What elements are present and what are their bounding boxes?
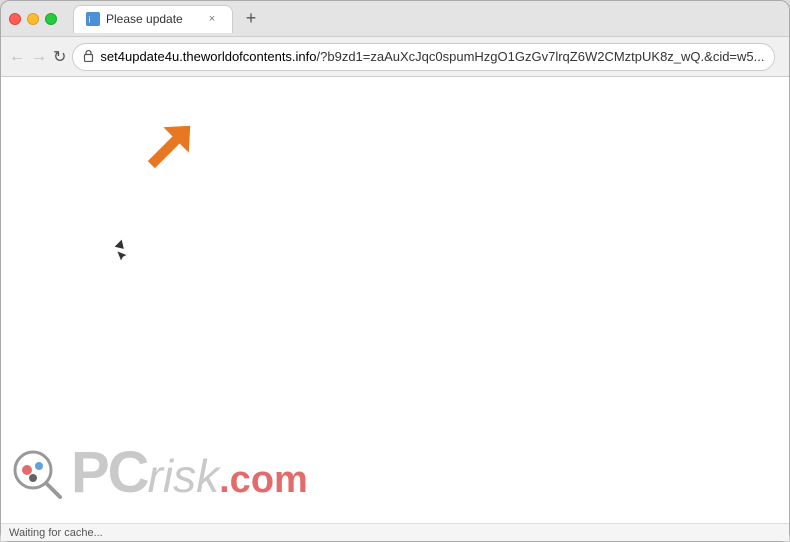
address-domain: set4update4u.theworldofcontents.info — [100, 49, 316, 64]
watermark-text-group: PCrisk.com — [71, 444, 308, 503]
watermark-com: .com — [219, 459, 308, 501]
address-text: set4update4u.theworldofcontents.info/?b9… — [100, 49, 764, 64]
svg-text:i: i — [89, 15, 91, 25]
watermark-pc: PC — [71, 440, 148, 505]
active-tab[interactable]: i Please update × — [73, 5, 233, 33]
toolbar-actions: ☆ × — [781, 43, 790, 71]
reload-button[interactable]: ↻ — [53, 43, 66, 71]
watermark-logo-icon — [11, 448, 63, 500]
tab-title: Please update — [106, 12, 198, 26]
close-button[interactable] — [9, 13, 21, 25]
browser-window: i Please update × + ← → ↻ set4update4u.t… — [0, 0, 790, 542]
lock-icon — [83, 49, 94, 65]
address-path: /?b9zd1=zaAuXcJqc0spumHzgO1GzGv7lrqZ6W2C… — [317, 49, 765, 64]
maximize-button[interactable] — [45, 13, 57, 25]
status-text: Waiting for cache... — [9, 527, 103, 539]
minimize-button[interactable] — [27, 13, 39, 25]
mouse-cursor — [116, 242, 124, 250]
tabs-bar: i Please update × + — [73, 5, 781, 33]
toolbar: ← → ↻ set4update4u.theworldofcontents.in… — [1, 37, 789, 77]
tab-favicon: i — [86, 12, 100, 26]
watermark: PCrisk.com — [11, 444, 308, 503]
title-bar: i Please update × + — [1, 1, 789, 37]
watermark-risk: risk — [148, 450, 220, 502]
back-button[interactable]: ← — [9, 43, 25, 71]
status-bar: Waiting for cache... — [1, 523, 789, 541]
address-bar[interactable]: set4update4u.theworldofcontents.info/?b9… — [72, 43, 775, 71]
arrow-svg — [129, 107, 209, 187]
new-tab-button[interactable]: + — [237, 5, 265, 33]
tab-close-button[interactable]: × — [204, 11, 220, 27]
bookmark-button[interactable]: ☆ — [781, 43, 790, 71]
page-content: PCrisk.com — [1, 77, 789, 523]
window-controls — [9, 13, 57, 25]
forward-button[interactable]: → — [31, 43, 47, 71]
